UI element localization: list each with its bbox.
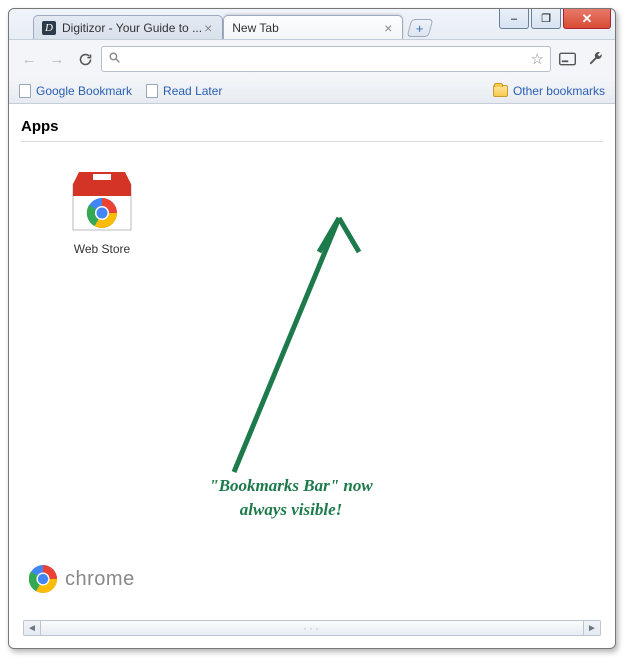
scroll-right-arrow[interactable]: ► (584, 621, 600, 635)
chrome-logo-icon (29, 565, 57, 593)
other-bookmarks-button[interactable]: Other bookmarks (493, 84, 605, 98)
forward-button[interactable]: → (45, 47, 69, 71)
page-icon (19, 84, 31, 98)
reload-icon (78, 52, 93, 67)
wrench-menu-button[interactable] (583, 47, 607, 71)
browser-window: – ❐ ✕ D Digitizor - Your Guide to ... × … (8, 8, 616, 649)
bookmark-star-icon[interactable]: ☆ (531, 50, 544, 68)
bookmarks-bar: Google Bookmark Read Later Other bookmar… (9, 78, 615, 104)
apps-grid: Web Store (21, 142, 603, 256)
tab-inactive[interactable]: D Digitizor - Your Guide to ... × (33, 15, 223, 39)
wrench-icon (587, 51, 603, 67)
other-bookmarks-label: Other bookmarks (513, 84, 605, 98)
omnibox[interactable]: ☆ (101, 46, 551, 72)
annotation-line1: "Bookmarks Bar" now (209, 476, 372, 495)
scroll-left-arrow[interactable]: ◄ (24, 621, 40, 635)
tab-title: New Tab (232, 21, 278, 35)
new-tab-button[interactable]: + (407, 19, 434, 37)
tab-strip: D Digitizor - Your Guide to ... × New Ta… (9, 9, 615, 39)
annotation-text: "Bookmarks Bar" now always visible! (181, 474, 401, 522)
chrome-brand-text: chrome (65, 568, 135, 591)
bookmark-item[interactable]: Read Later (146, 84, 222, 98)
web-store-icon (67, 170, 137, 234)
search-icon (108, 51, 121, 67)
omnibox-input[interactable] (125, 51, 531, 68)
page-icon (146, 84, 158, 98)
chrome-brand: chrome (29, 565, 135, 593)
section-heading-apps: Apps (21, 118, 603, 142)
page-action-icon (559, 52, 576, 66)
annotation-line2: always visible! (240, 500, 342, 519)
folder-icon (493, 85, 508, 97)
bookmark-item[interactable]: Google Bookmark (19, 84, 132, 98)
reload-button[interactable] (73, 47, 97, 71)
bookmark-label: Google Bookmark (36, 84, 132, 98)
tab-title: Digitizor - Your Guide to ... (62, 21, 202, 35)
back-button[interactable]: ← (17, 47, 41, 71)
tab-active[interactable]: New Tab × (223, 15, 403, 39)
favicon-digitizor: D (42, 21, 56, 35)
tab-close-icon[interactable]: × (202, 22, 214, 34)
toolbar: ← → ☆ (9, 39, 615, 78)
app-label: Web Store (47, 242, 157, 256)
horizontal-scrollbar[interactable]: ◄ ··· ► (23, 620, 601, 636)
tab-close-icon[interactable]: × (382, 22, 394, 34)
scroll-thumb[interactable]: ··· (40, 621, 584, 635)
app-web-store[interactable]: Web Store (47, 170, 157, 256)
page-action-button[interactable] (555, 47, 579, 71)
bookmark-label: Read Later (163, 84, 222, 98)
page-content: Apps We (9, 104, 615, 629)
